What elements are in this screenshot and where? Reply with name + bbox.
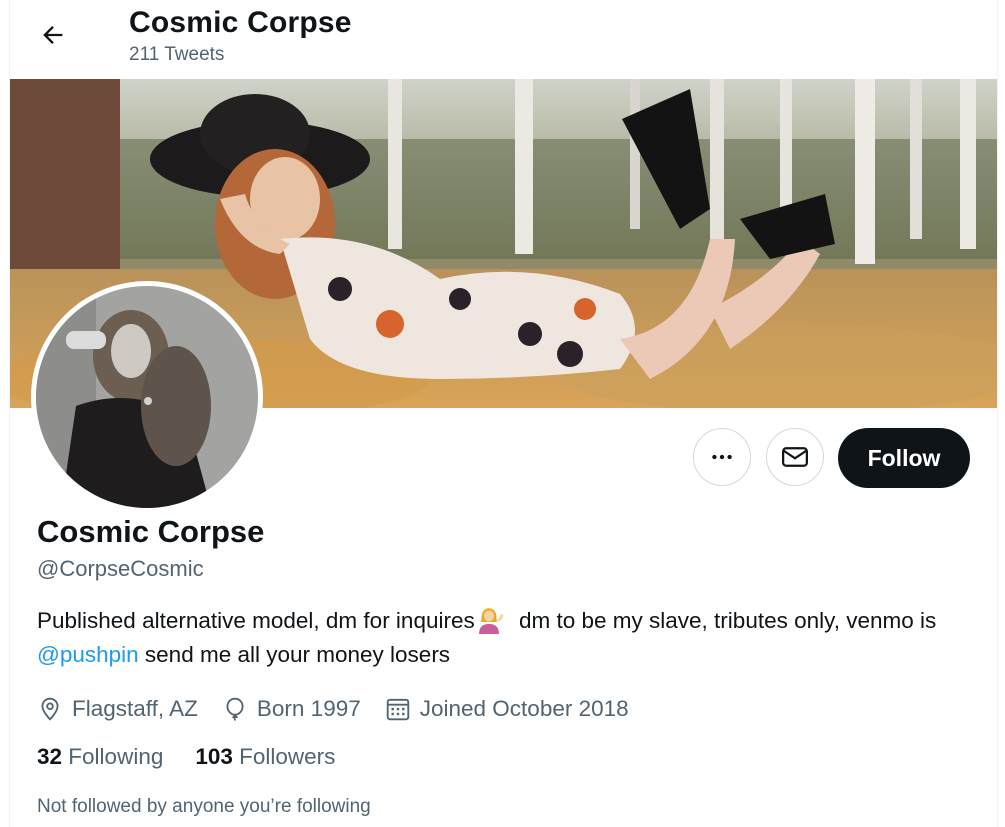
followers-label: Followers — [239, 744, 336, 769]
not-followed-note: Not followed by anyone you’re following — [37, 796, 371, 817]
followers-count: 103 — [195, 744, 233, 769]
user-handle: @CorpseCosmic — [37, 556, 204, 581]
message-button[interactable] — [766, 428, 824, 486]
profile-meta: Flagstaff, AZ Born 1997 Joined October 2… — [37, 692, 653, 726]
avatar[interactable] — [36, 286, 258, 508]
balloon-icon — [226, 697, 244, 722]
bio-text-1: Published alternative model, dm for inqu… — [37, 608, 475, 633]
birth-item: Born 1997 — [222, 696, 361, 722]
followers-link[interactable]: 103 Followers — [195, 744, 335, 770]
following-count: 32 — [37, 744, 63, 769]
bio-text-3: send me all your money losers — [138, 642, 451, 667]
follow-counts: 32 Following 103 Followers — [37, 744, 367, 770]
follow-button[interactable]: Follow — [838, 428, 970, 488]
calendar-icon — [386, 698, 409, 721]
following-label: Following — [68, 744, 164, 769]
avatar-image — [36, 286, 258, 508]
birth-text: Born 1997 — [256, 696, 361, 721]
more-dots-icon — [712, 454, 732, 460]
profile-header-bar: Cosmic Corpse 211 Tweets — [10, 0, 997, 79]
following-link[interactable]: 32 Following — [37, 744, 163, 770]
joined-text: Joined October 2018 — [419, 696, 629, 721]
more-options-button[interactable] — [693, 428, 751, 486]
profile-bio: Published alternative model, dm for inqu… — [37, 604, 967, 672]
bio-mention-link[interactable]: @pushpin — [37, 642, 139, 667]
woman-tipping-hand-emoji — [478, 608, 503, 634]
header-title: Cosmic Corpse — [129, 6, 352, 39]
arrow-left-icon — [43, 26, 63, 44]
envelope-icon — [782, 447, 808, 467]
bio-text-2: dm to be my slave, tributes only, venmo … — [512, 608, 937, 633]
right-border — [997, 0, 998, 827]
location-item: Flagstaff, AZ — [37, 696, 198, 722]
location-pin-icon — [41, 697, 59, 721]
display-name: Cosmic Corpse — [37, 514, 265, 549]
joined-item: Joined October 2018 — [385, 696, 629, 722]
tweet-count: 211 Tweets — [129, 44, 225, 65]
location-text: Flagstaff, AZ — [72, 696, 198, 721]
back-button[interactable] — [34, 16, 72, 54]
